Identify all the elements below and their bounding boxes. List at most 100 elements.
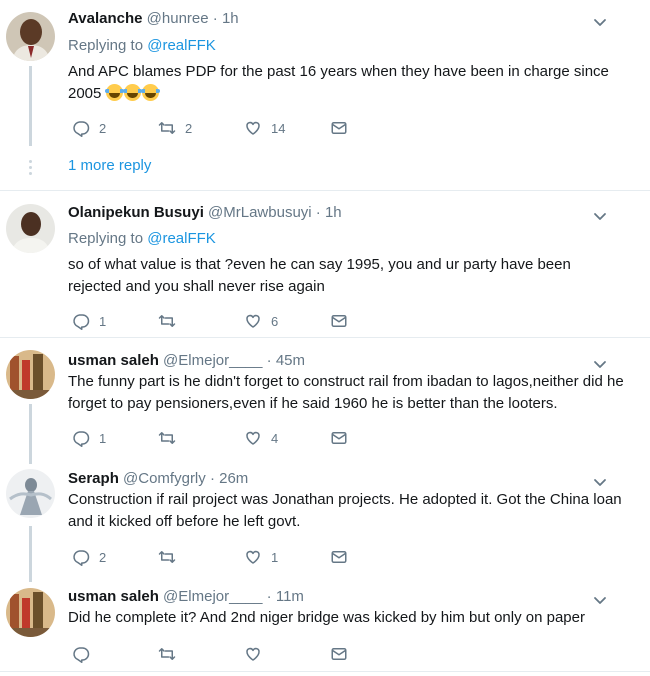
direct-message-button[interactable] [330,312,348,330]
chevron-down-icon[interactable] [592,356,608,372]
reply-count: 2 [99,549,107,565]
separator-dot: · [266,588,272,605]
reply-button[interactable]: 2 [72,548,106,566]
like-button[interactable]: 6 [244,312,278,330]
like-button[interactable]: 4 [244,429,278,447]
display-name[interactable]: Olanipekun Busuyi [68,204,204,221]
user-handle[interactable]: @Comfygrly [123,470,206,487]
tears-of-joy-emoji [140,84,160,101]
display-name[interactable]: usman saleh [68,588,159,605]
retweet-button[interactable] [158,645,185,663]
reply-count: 1 [99,313,107,329]
tweet-text: The funny part is he didn't forget to co… [68,373,624,412]
tweet-text: And APC blames PDP for the past 16 years… [68,61,628,105]
tweet-header: usman saleh @Elmejor____ · 45m [68,351,305,371]
tears-of-joy-emoji [122,84,142,101]
like-button[interactable]: 14 [244,119,285,137]
reply-icon [72,312,90,330]
more-replies-link[interactable]: 1 more reply [68,157,151,174]
retweet-icon [158,429,176,447]
retweet-button[interactable] [158,312,185,330]
direct-message-icon [330,548,348,566]
direct-message-button[interactable] [330,645,348,663]
like-icon [244,645,262,663]
tweet[interactable]: usman saleh @Elmejor____ · 45m The funny… [0,338,650,464]
retweet-button[interactable]: 2 [158,119,192,137]
like-icon [244,548,262,566]
chevron-down-icon[interactable] [592,14,608,30]
replying-to: Replying to @realFFK [68,36,216,56]
reply-button[interactable]: 2 [72,119,106,137]
reply-icon [72,119,90,137]
user-handle[interactable]: @Elmejor____ [163,352,262,369]
direct-message-icon [330,429,348,447]
reply-button[interactable]: 1 [72,429,106,447]
thread-line [29,404,32,464]
tweet[interactable]: Olanipekun Busuyi @MrLawbusuyi · 1h Repl… [0,191,650,337]
like-count: 1 [271,549,279,565]
display-name[interactable]: Avalanche [68,10,142,27]
retweet-button[interactable] [158,429,185,447]
separator-dot: · [315,204,321,221]
retweet-icon [158,548,176,566]
reply-button[interactable] [72,645,99,663]
retweet-button[interactable] [158,548,185,566]
display-name[interactable]: Seraph [68,470,119,487]
thread-line [29,66,32,146]
avatar[interactable] [6,350,55,399]
retweet-icon [158,645,176,663]
separator-dot: · [209,470,215,487]
chevron-down-icon[interactable] [592,474,608,490]
mention-link[interactable]: @realFFK [147,37,216,54]
reply-button[interactable]: 1 [72,312,106,330]
tweet-header: Olanipekun Busuyi @MrLawbusuyi · 1h [68,203,342,223]
tweet[interactable]: Seraph @Comfygrly · 26m Construction if … [0,460,650,582]
like-button[interactable]: 1 [244,548,278,566]
tweet-header: usman saleh @Elmejor____ · 11m [68,587,304,607]
direct-message-icon [330,312,348,330]
like-icon [244,429,262,447]
retweet-icon [158,119,176,137]
reply-icon [72,548,90,566]
tweet-text: Did he complete it? And 2nd niger bridge… [68,609,585,626]
tweet[interactable]: Avalanche @hunree · 1h Replying to @real… [0,0,650,190]
avatar[interactable] [6,588,55,637]
direct-message-button[interactable] [330,548,348,566]
like-count: 14 [271,120,286,136]
avatar[interactable] [6,204,55,253]
chevron-down-icon[interactable] [592,208,608,224]
avatar[interactable] [6,12,55,61]
avatar[interactable] [6,469,55,518]
timestamp[interactable]: 1h [325,204,342,221]
reply-icon [72,429,90,447]
chevron-down-icon[interactable] [592,592,608,608]
direct-message-button[interactable] [330,429,348,447]
direct-message-button[interactable] [330,119,348,137]
replying-to-label: Replying to [68,230,148,247]
retweet-icon [158,312,176,330]
replying-to-label: Replying to [68,37,148,54]
mention-link[interactable]: @realFFK [147,230,216,247]
direct-message-icon [330,119,348,137]
user-handle[interactable]: @Elmejor____ [163,588,262,605]
timestamp[interactable]: 1h [222,10,239,27]
tweet-header: Seraph @Comfygrly · 26m [68,469,248,489]
timestamp[interactable]: 26m [219,470,248,487]
direct-message-icon [330,645,348,663]
thread-line [29,526,32,582]
timestamp[interactable]: 45m [276,352,305,369]
like-button[interactable] [244,645,271,663]
user-handle[interactable]: @MrLawbusuyi [208,204,312,221]
tweet-header: Avalanche @hunree · 1h [68,9,239,29]
tweet[interactable]: usman saleh @Elmejor____ · 11m Did he co… [0,578,650,676]
retweet-count: 2 [185,120,193,136]
separator-dot: · [266,352,272,369]
divider [0,671,650,672]
display-name[interactable]: usman saleh [68,352,159,369]
timestamp[interactable]: 11m [276,588,304,605]
like-icon [244,119,262,137]
reply-icon [72,645,90,663]
laughing-emoji-group [104,84,160,102]
user-handle[interactable]: @hunree [147,10,209,27]
replying-to: Replying to @realFFK [68,229,216,249]
